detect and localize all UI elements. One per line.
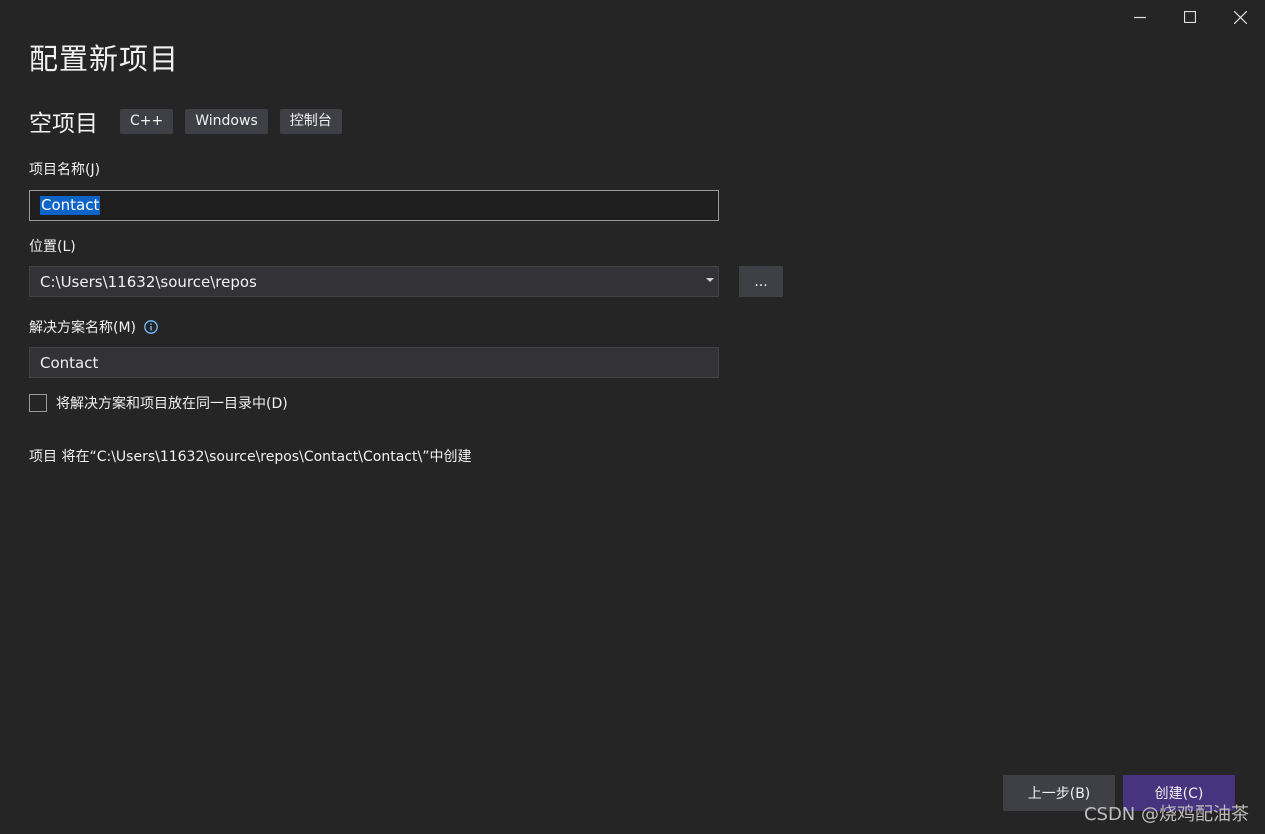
info-icon[interactable] (144, 320, 158, 334)
location-combobox[interactable]: C:\Users\11632\source\repos (29, 266, 719, 297)
solution-name-input[interactable]: Contact (29, 347, 719, 378)
location-value: C:\Users\11632\source\repos (40, 272, 257, 291)
template-name: 空项目 (29, 111, 98, 137)
chevron-down-icon[interactable] (706, 278, 714, 282)
window-controls (1115, 0, 1265, 34)
browse-button[interactable]: ... (739, 266, 783, 297)
maximize-button[interactable] (1165, 0, 1215, 34)
same-directory-checkbox[interactable] (29, 394, 47, 412)
same-directory-option[interactable]: 将解决方案和项目放在同一目录中(D) (29, 393, 288, 413)
project-name-value: Contact (40, 196, 101, 215)
solution-name-label: 解决方案名称(M) (29, 320, 137, 336)
project-path-info: 项目 将在“C:\Users\11632\source\repos\Contac… (29, 449, 472, 465)
watermark: CSDN @烧鸡配油茶 (1083, 804, 1249, 825)
tag-console: 控制台 (279, 108, 342, 134)
location-label: 位置(L) (29, 239, 76, 255)
tag-windows: Windows (185, 108, 268, 134)
close-button[interactable] (1215, 0, 1265, 34)
tag-cpp: C++ (120, 108, 174, 134)
maximize-icon (1184, 11, 1196, 23)
page-title: 配置新项目 (29, 42, 180, 76)
minimize-icon (1134, 16, 1146, 19)
same-directory-label: 将解决方案和项目放在同一目录中(D) (56, 396, 288, 412)
template-header: 空项目 C++ Windows 控制台 (29, 104, 354, 138)
solution-name-value: Contact (40, 353, 99, 372)
minimize-button[interactable] (1115, 0, 1165, 34)
configure-project-dialog: 配置新项目 空项目 C++ Windows 控制台 项目名称(J) Contac… (0, 0, 1265, 834)
close-icon (1233, 10, 1247, 24)
solution-name-label-row: 解决方案名称(M) (29, 317, 158, 337)
project-name-label: 项目名称(J) (29, 162, 101, 178)
project-name-input[interactable]: Contact (29, 190, 719, 221)
